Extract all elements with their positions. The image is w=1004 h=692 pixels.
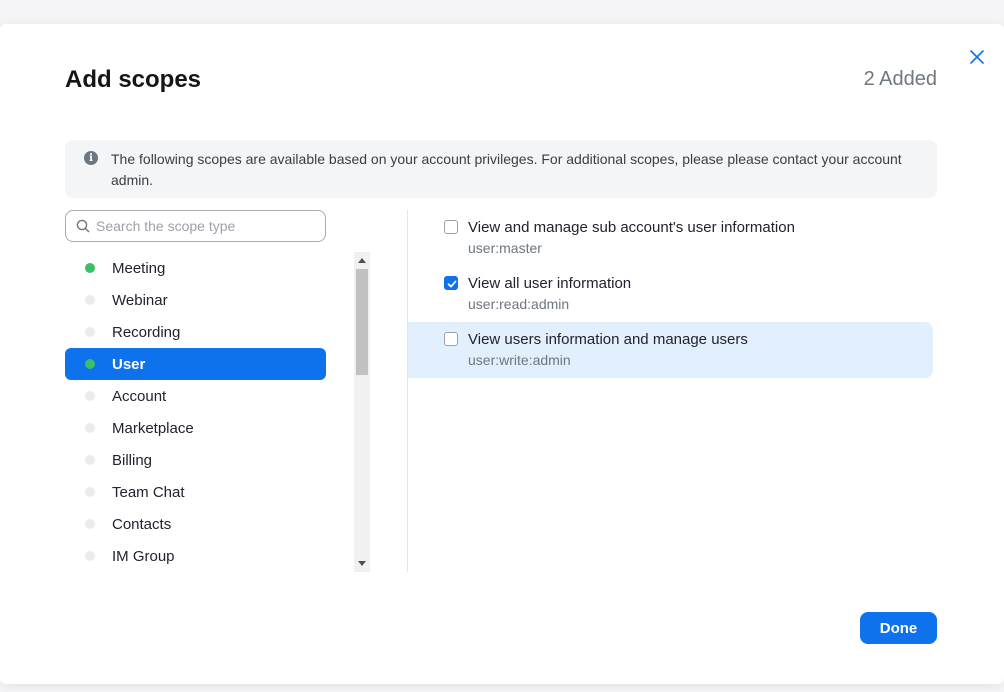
- scope-row[interactable]: View and manage sub account's user infor…: [408, 210, 933, 266]
- done-button[interactable]: Done: [860, 612, 937, 644]
- sidebar-item-label: Billing: [112, 452, 153, 469]
- search-icon: [76, 219, 90, 233]
- search-field[interactable]: [65, 210, 326, 242]
- scroll-down-arrow-icon[interactable]: [358, 561, 366, 566]
- scope-checkbox[interactable]: [444, 276, 458, 290]
- dialog-title: Add scopes: [65, 66, 202, 93]
- status-dot: [85, 423, 95, 433]
- scope-code: user:write:admin: [468, 352, 571, 368]
- scope-code: user:read:admin: [468, 296, 570, 312]
- sidebar-item-contacts[interactable]: Contacts: [65, 508, 326, 540]
- sidebar-item-recording[interactable]: Recording: [65, 316, 326, 348]
- info-text: The following scopes are available based…: [111, 151, 902, 188]
- sidebar-item-label: Account: [112, 388, 167, 405]
- added-count: 2 Added: [863, 68, 937, 90]
- scroll-up-arrow-icon[interactable]: [358, 258, 366, 263]
- close-icon: [970, 50, 984, 64]
- status-dot: [85, 487, 95, 497]
- sidebar-item-account[interactable]: Account: [65, 380, 326, 412]
- add-scopes-dialog: Add scopes 2 Added i The following scope…: [0, 24, 1004, 684]
- sidebar-item-label: Webinar: [112, 292, 168, 309]
- scope-title: View and manage sub account's user infor…: [468, 219, 795, 236]
- sidebar-item-label: Marketplace: [112, 420, 194, 437]
- sidebar-item-billing[interactable]: Billing: [65, 444, 326, 476]
- status-dot: [85, 455, 95, 465]
- scope-list: View and manage sub account's user infor…: [408, 210, 933, 378]
- sidebar-item-label: Meeting: [112, 260, 166, 277]
- scope-type-list: Meeting Webinar Recording User Account Market…: [65, 252, 326, 572]
- scope-code: user:master: [468, 240, 542, 256]
- sidebar-item-marketplace[interactable]: Marketplace: [65, 412, 326, 444]
- scope-row[interactable]: View users information and manage users u…: [408, 322, 933, 378]
- scope-title: View all user information: [468, 275, 632, 292]
- sidebar-item-meeting[interactable]: Meeting: [65, 252, 326, 284]
- status-dot: [85, 391, 95, 401]
- scope-checkbox[interactable]: [444, 332, 458, 346]
- scope-checkbox[interactable]: [444, 220, 458, 234]
- sidebar-item-user[interactable]: User: [65, 348, 326, 380]
- sidebar-item-team-chat[interactable]: Team Chat: [65, 476, 326, 508]
- status-dot: [85, 263, 95, 273]
- sidebar-item-label: User: [112, 356, 146, 373]
- sidebar-item-im-group[interactable]: IM Group: [65, 540, 326, 572]
- sidebar-item-label: Recording: [112, 324, 181, 341]
- status-dot: [85, 519, 95, 529]
- sidebar-item-label: IM Group: [112, 548, 175, 565]
- sidebar-item-label: Contacts: [112, 516, 172, 533]
- scope-row[interactable]: View all user information user:read:admin: [408, 266, 933, 322]
- close-button[interactable]: [966, 46, 988, 68]
- checkmark-icon: [447, 280, 457, 288]
- info-icon: i: [84, 151, 98, 165]
- status-dot: [85, 551, 95, 561]
- sidebar-item-webinar[interactable]: Webinar: [65, 284, 326, 316]
- info-banner: i The following scopes are available bas…: [65, 140, 937, 198]
- category-scrollbar[interactable]: [354, 252, 370, 572]
- scope-title: View users information and manage users: [468, 331, 748, 348]
- sidebar-item-label: Team Chat: [112, 484, 185, 501]
- status-dot: [85, 327, 95, 337]
- status-dot: [85, 359, 95, 369]
- status-dot: [85, 295, 95, 305]
- scrollbar-thumb[interactable]: [356, 269, 368, 375]
- search-input[interactable]: [96, 215, 316, 237]
